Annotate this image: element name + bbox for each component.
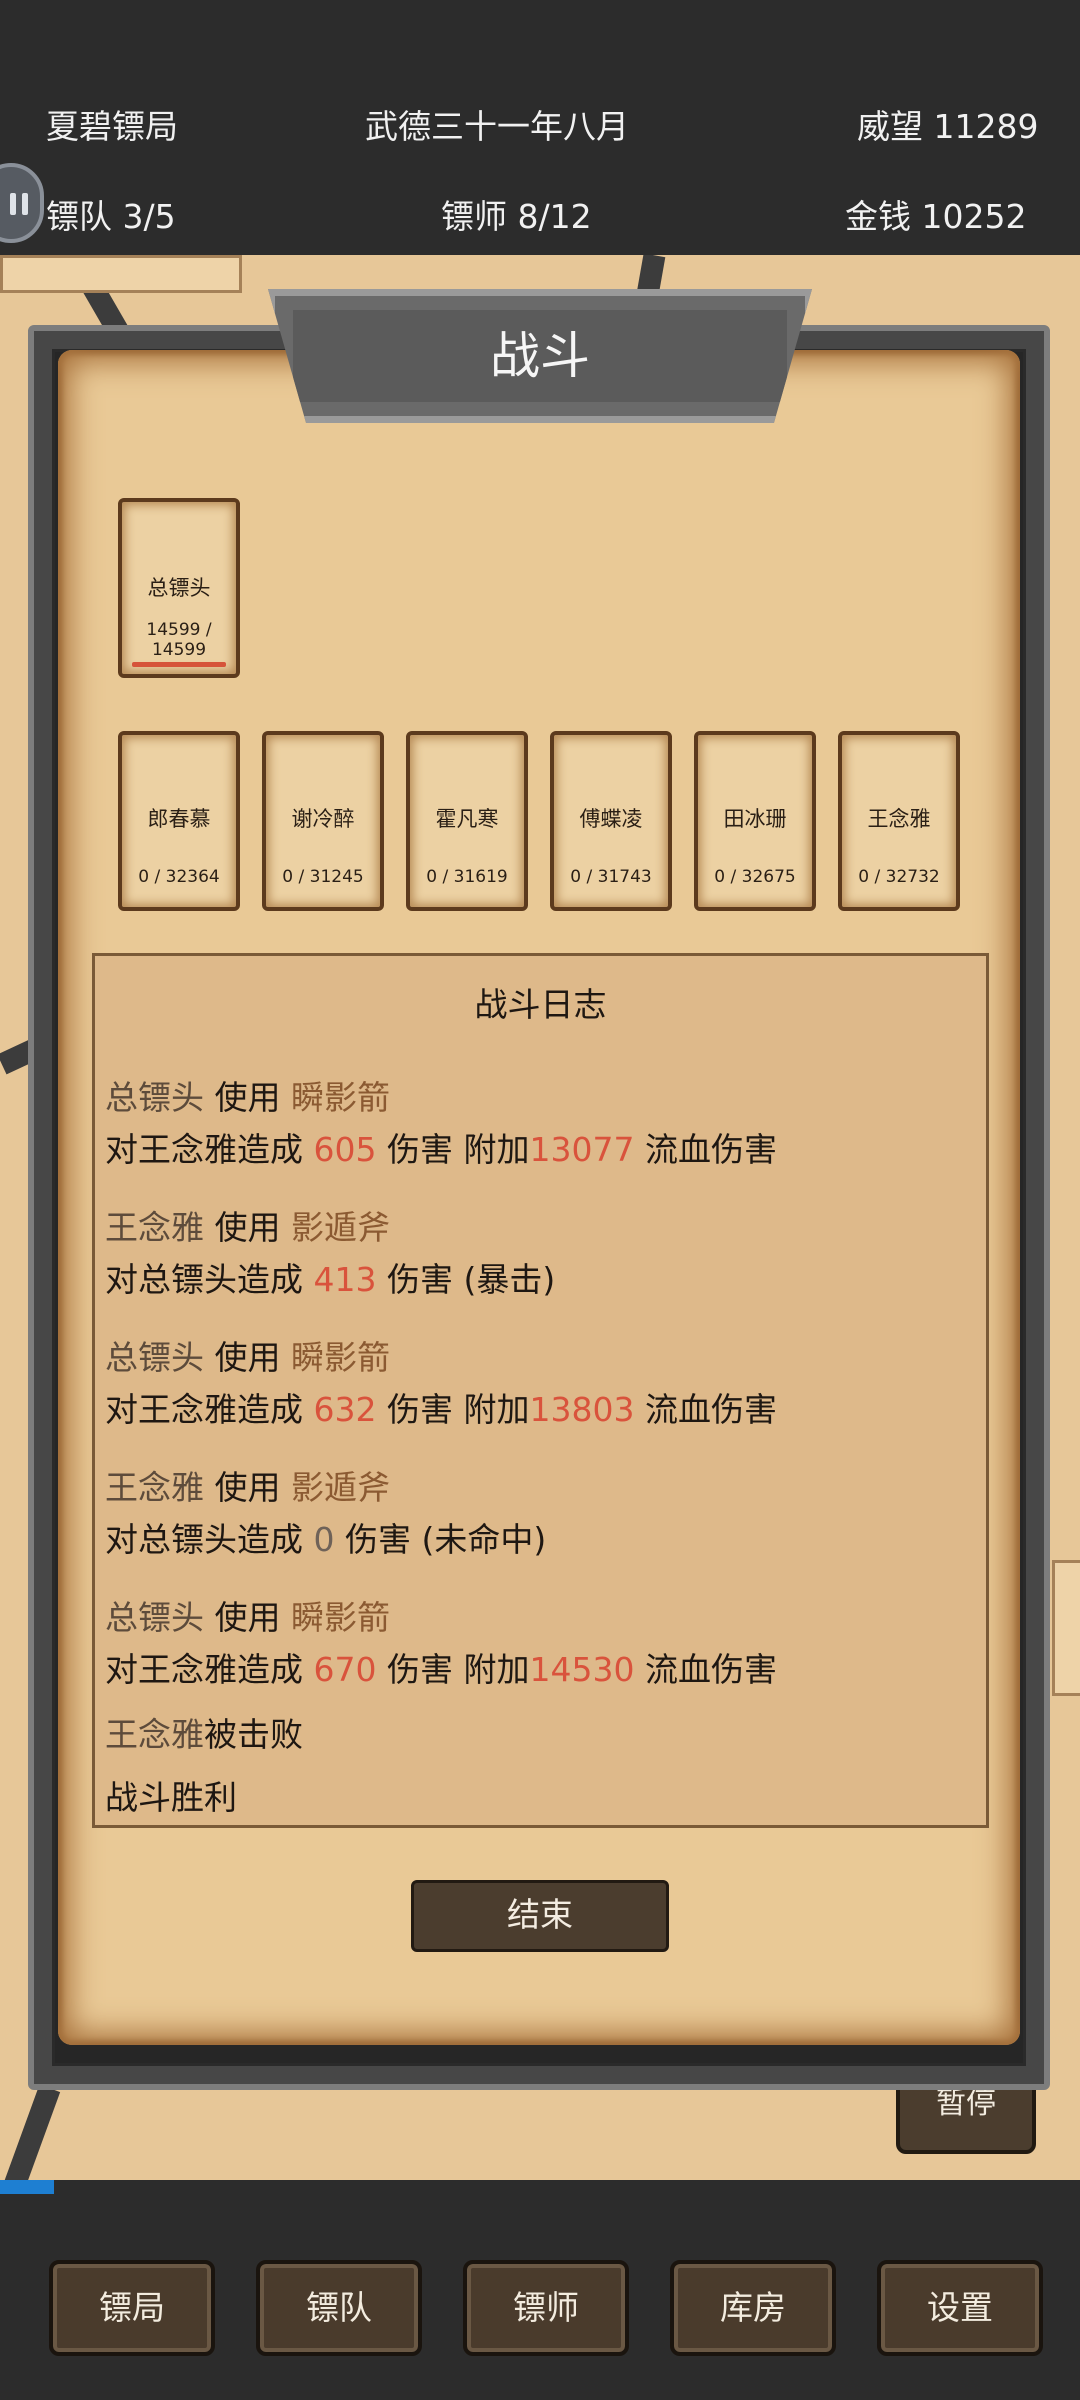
nav-storage-button[interactable]: 库房	[670, 2260, 836, 2356]
enemy-card[interactable]: 郎春慕 0 / 32364	[118, 731, 240, 911]
dialog-title: 战斗	[490, 327, 590, 385]
boss-name: 总镖头	[147, 576, 211, 600]
log-damage: 605	[313, 1130, 377, 1169]
nav-escorts-button[interactable]: 镖师	[463, 2260, 629, 2356]
enemy-name: 霍凡寒	[435, 807, 499, 831]
log-bleed: 14530	[529, 1650, 635, 1689]
log-text: 对王念雅造成	[105, 1390, 314, 1429]
log-entry-action: 总镖头 使用 瞬影箭	[105, 1591, 390, 1639]
end-battle-button[interactable]: 结束	[411, 1880, 669, 1952]
floating-menu-button[interactable]	[0, 163, 44, 243]
boss-hp-bar	[132, 662, 226, 667]
boss-hp: 14599 / 14599	[146, 620, 212, 660]
log-actor: 总镖头	[105, 1078, 204, 1117]
log-actor: 王念雅	[105, 1208, 204, 1247]
enemy-hp: 0 / 32732	[858, 867, 940, 887]
bottom-nav: 镖局 镖队 镖师 库房 设置	[0, 2194, 1080, 2400]
log-entry-action: 王念雅 使用 影遁斧	[105, 1461, 390, 1509]
log-entry-defeat: 王念雅被击败	[105, 1708, 303, 1756]
log-use: 使用	[204, 1208, 291, 1247]
log-use: 使用	[204, 1338, 291, 1377]
log-damage: 670	[313, 1650, 377, 1689]
log-entry-result: 对王念雅造成 670 伤害 附加14530 流血伤害	[105, 1643, 777, 1691]
enemy-name: 谢冷醉	[291, 807, 355, 831]
log-entry-result: 对王念雅造成 605 伤害 附加13077 流血伤害	[105, 1123, 777, 1171]
log-entry-victory: 战斗胜利	[105, 1778, 237, 1817]
log-text: 被击败	[204, 1715, 303, 1754]
enemy-hp: 0 / 31619	[426, 867, 508, 887]
log-bleed: 13803	[529, 1390, 635, 1429]
progress-strip	[0, 2180, 1080, 2194]
log-text: 流血伤害	[634, 1130, 777, 1169]
log-skill: 瞬影箭	[290, 1078, 390, 1117]
log-text: 对王念雅造成	[105, 1650, 314, 1689]
enemy-card[interactable]: 田冰珊 0 / 32675	[694, 731, 816, 911]
log-use: 使用	[204, 1598, 291, 1637]
log-entry-result: 对总镖头造成 0 伤害 (未命中)	[105, 1513, 546, 1561]
log-use: 使用	[204, 1078, 291, 1117]
log-skill: 瞬影箭	[290, 1598, 390, 1637]
pause-bars-icon	[10, 193, 32, 217]
escort-count: 镖师 8/12	[441, 197, 592, 236]
log-bleed: 13077	[529, 1130, 635, 1169]
log-entry-action: 王念雅 使用 影遁斧	[105, 1201, 390, 1249]
enemy-card[interactable]: 王念雅 0 / 32732	[838, 731, 960, 911]
log-damage: 632	[313, 1390, 377, 1429]
log-skill: 影遁斧	[290, 1468, 390, 1507]
log-actor: 总镖头	[105, 1338, 204, 1377]
log-text: 流血伤害	[634, 1650, 777, 1689]
log-actor: 王念雅	[105, 1468, 204, 1507]
log-text: 对总镖头造成	[105, 1520, 314, 1559]
log-use: 使用	[204, 1468, 291, 1507]
log-actor: 王念雅	[105, 1715, 204, 1754]
log-skill: 影遁斧	[290, 1208, 390, 1247]
log-entry-action: 总镖头 使用 瞬影箭	[105, 1331, 390, 1379]
log-text: 对王念雅造成	[105, 1130, 314, 1169]
boss-card[interactable]: 总镖头 14599 / 14599	[118, 498, 240, 678]
enemy-name: 郎春慕	[147, 807, 211, 831]
nav-settings-button[interactable]: 设置	[877, 2260, 1043, 2356]
money-value: 金钱 10252	[845, 197, 1027, 236]
enemy-card[interactable]: 傅蝶凌 0 / 31743	[550, 731, 672, 911]
enemy-hp: 0 / 31245	[282, 867, 364, 887]
log-entry-result: 对总镖头造成 413 伤害 (暴击)	[105, 1253, 555, 1301]
team-count: 镖队 3/5	[46, 197, 176, 236]
prestige-value: 威望 11289	[857, 107, 1039, 146]
log-text: 伤害 附加	[376, 1650, 530, 1689]
log-entry-result: 对王念雅造成 632 伤害 附加13803 流血伤害	[105, 1383, 777, 1431]
battle-log[interactable]: 战斗日志 总镖头 使用 瞬影箭 对王念雅造成 605 伤害 附加13077 流血…	[92, 953, 989, 1828]
enemy-name: 王念雅	[867, 807, 931, 831]
enemy-hp: 0 / 32675	[714, 867, 796, 887]
enemy-card[interactable]: 谢冷醉 0 / 31245	[262, 731, 384, 911]
enemy-name: 傅蝶凌	[579, 807, 643, 831]
log-text: 伤害 附加	[376, 1390, 530, 1429]
log-text: 对总镖头造成	[105, 1260, 314, 1299]
enemy-card[interactable]: 霍凡寒 0 / 31619	[406, 731, 528, 911]
log-actor: 总镖头	[105, 1598, 204, 1637]
log-text: 流血伤害	[634, 1390, 777, 1429]
agency-name: 夏碧镖局	[46, 107, 178, 146]
log-damage: 413	[313, 1260, 377, 1299]
enemy-hp: 0 / 31743	[570, 867, 652, 887]
enemy-hp: 0 / 32364	[138, 867, 220, 887]
battle-log-title: 战斗日志	[474, 985, 607, 1024]
game-date: 武德三十一年八月	[365, 107, 629, 146]
log-text: 伤害 (未命中)	[334, 1520, 547, 1559]
log-skill: 瞬影箭	[290, 1338, 390, 1377]
nav-agency-button[interactable]: 镖局	[49, 2260, 215, 2356]
log-entry-action: 总镖头 使用 瞬影箭	[105, 1071, 390, 1119]
log-text: 伤害 附加	[376, 1130, 530, 1169]
enemy-name: 田冰珊	[723, 807, 787, 831]
log-text: 伤害 (暴击)	[376, 1260, 556, 1299]
status-bar: 夏碧镖局 武德三十一年八月 威望 11289 镖队 3/5 镖师 8/12 金钱…	[0, 0, 1080, 255]
nav-team-button[interactable]: 镖队	[256, 2260, 422, 2356]
progress-fill	[0, 2180, 54, 2194]
log-damage: 0	[313, 1520, 335, 1559]
